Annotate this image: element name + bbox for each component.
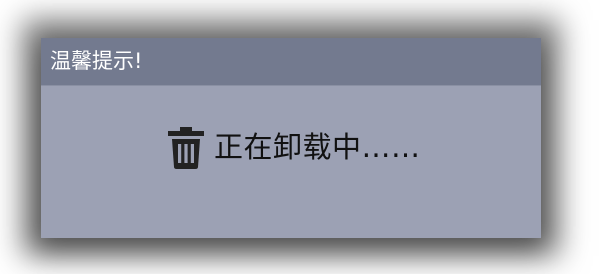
dialog-title: 温馨提示!: [50, 49, 143, 73]
dialog-title-bar: 温馨提示!: [41, 38, 541, 86]
uninstall-status-text: 正在卸载中……: [214, 130, 421, 164]
trash-icon: [168, 127, 204, 169]
uninstall-dialog: 温馨提示! 正在卸载中……: [41, 38, 541, 238]
dialog-body: 正在卸载中……: [41, 86, 541, 238]
screen: 温馨提示! 正在卸载中……: [0, 0, 599, 274]
status-message-row: 正在卸载中……: [166, 124, 421, 170]
